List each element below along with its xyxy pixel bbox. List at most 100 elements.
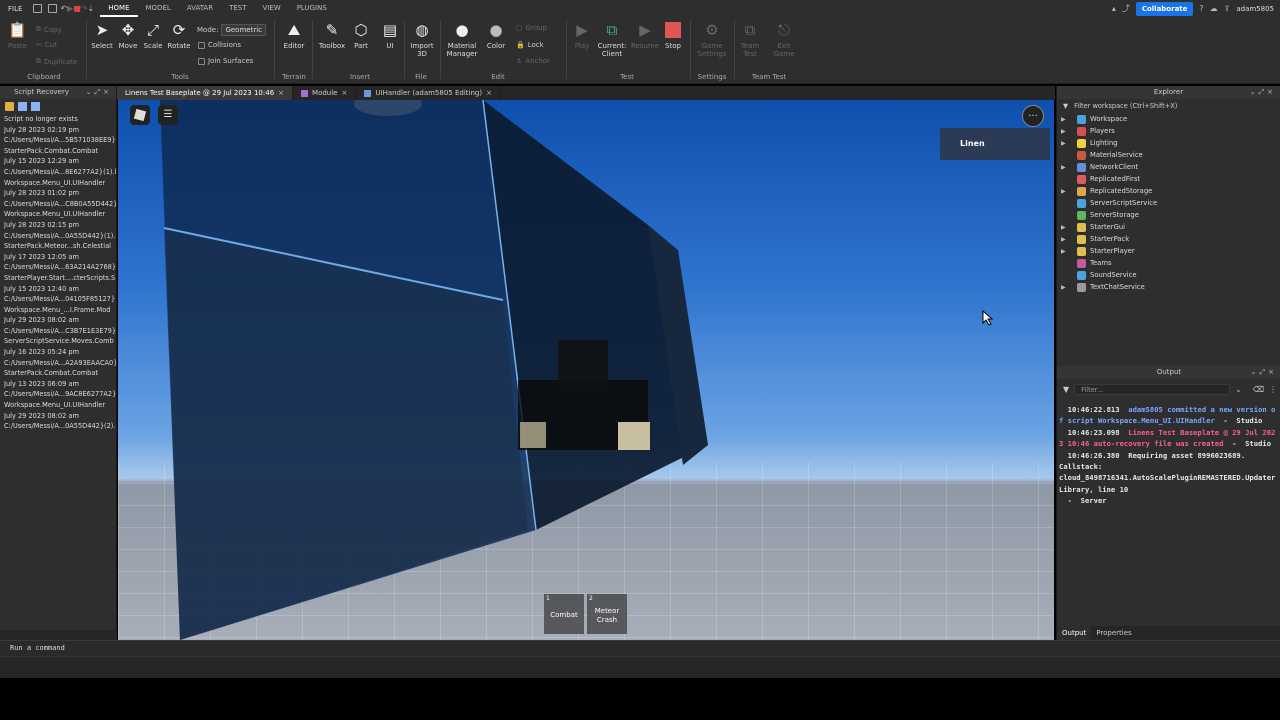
tab-view[interactable]: VIEW (255, 0, 289, 17)
expand-arrow-icon[interactable]: ▶ (1061, 116, 1071, 123)
explorer-item[interactable]: ▶ Workspace (1057, 113, 1280, 125)
chat-button[interactable]: ☰ (158, 105, 178, 125)
group-button[interactable]: ▢ Group (516, 24, 547, 32)
tab-home[interactable]: HOME (100, 0, 138, 17)
more-icon[interactable]: ⋮ (1269, 385, 1277, 394)
collisions-checkbox[interactable] (198, 41, 205, 49)
explorer-item[interactable]: ▶ Players (1057, 125, 1280, 137)
dropdown-arrow-icon[interactable]: ⌄ (1235, 385, 1242, 394)
share-icon[interactable]: ⤴ (1122, 3, 1130, 14)
chevron-up-icon[interactable]: ▴ (1112, 4, 1116, 13)
recovery-item[interactable]: July 28 2023 02:19 pm (4, 125, 116, 136)
document-icon[interactable] (18, 102, 27, 111)
team-test-button[interactable]: ⧉ Team Test (738, 21, 762, 59)
anchor-button[interactable]: ⚓ Anchor (516, 57, 550, 65)
expand-arrow-icon[interactable]: ▶ (1061, 224, 1071, 231)
mode-select[interactable]: Geometric (221, 24, 266, 36)
recovery-item[interactable]: July 29 2023 08:02 am (4, 411, 116, 422)
panel-controls[interactable]: ⌄⤢× (86, 86, 112, 99)
tab-output[interactable]: Output (1057, 626, 1092, 640)
game-settings-button[interactable]: ⚙ Game Settings (696, 21, 728, 59)
clear-output-icon[interactable]: ⌫ (1253, 385, 1264, 394)
resume-button[interactable]: ▶ Resume (630, 21, 660, 51)
expand-arrow-icon[interactable]: ▶ (1061, 284, 1071, 291)
mode-selector[interactable]: Mode: Geometric (197, 24, 266, 36)
explorer-item[interactable]: ▶ StarterPlayer (1057, 245, 1280, 257)
rotate-tool[interactable]: ⟳ Rotate (166, 21, 192, 51)
terrain-editor-button[interactable]: ⛰ Editor (280, 21, 308, 51)
hotbar-slot-combat[interactable]: 1 Combat (544, 594, 584, 634)
panel-controls[interactable]: ⌄⤢× (1251, 366, 1277, 379)
command-input[interactable]: Run a command (10, 644, 65, 652)
close-icon[interactable]: × (486, 86, 492, 100)
explorer-item[interactable]: Teams (1057, 257, 1280, 269)
explorer-filter[interactable]: ▼ Filter workspace (Ctrl+Shift+X) (1057, 99, 1280, 112)
recovery-item[interactable]: ServerScriptService.Moves.Comb (4, 336, 116, 347)
recovery-item[interactable]: C:/Users/Messi/A...0A55D442}(1)... (4, 231, 116, 242)
output-filter-input[interactable]: Filter... (1074, 383, 1231, 395)
explorer-item[interactable]: ▶ TextChatService (1057, 281, 1280, 293)
join-surfaces-checkbox[interactable] (198, 57, 205, 65)
recovery-item[interactable]: StarterPlayer.Start....cterScripts.S (4, 273, 116, 284)
expand-arrow-icon[interactable]: ▶ (1061, 248, 1071, 255)
tab-uihandler[interactable]: UIHandler (adam5805 Editing) × (356, 86, 501, 100)
duplicate-button[interactable]: ⧉ Duplicate (36, 57, 77, 66)
recovery-item[interactable]: July 15 2023 12:40 am (4, 284, 116, 295)
tab-baseplate[interactable]: Linens Test Baseplate @ 29 Jul 2023 10:4… (117, 86, 294, 100)
color-button[interactable]: ● Color (484, 21, 508, 51)
explorer-item[interactable]: ▶ ReplicatedStorage (1057, 185, 1280, 197)
file-menu[interactable]: FILE (0, 5, 30, 13)
command-bar[interactable]: Run a command (0, 640, 1280, 656)
collisions-toggle[interactable]: Collisions (198, 41, 241, 49)
expand-arrow-icon[interactable]: ▶ (1061, 188, 1071, 195)
stop-button[interactable]: Stop (662, 21, 684, 50)
import-3d-button[interactable]: ◍ Import 3D (408, 21, 436, 59)
explorer-item[interactable]: ServerScriptService (1057, 197, 1280, 209)
material-manager-button[interactable]: ● Material Manager (444, 21, 480, 59)
tab-test[interactable]: TEST (221, 0, 254, 17)
close-icon[interactable]: × (342, 86, 348, 100)
recovery-item[interactable]: July 29 2023 08:02 am (4, 315, 116, 326)
recovery-item[interactable]: July 28 2023 01:02 pm (4, 188, 116, 199)
more-button[interactable]: ··· (1022, 105, 1044, 127)
ui-button[interactable]: ▤ UI (378, 21, 402, 51)
recovery-item[interactable]: StarterPack.Combat.Combat (4, 146, 116, 157)
cut-button[interactable]: ✂ Cut (36, 41, 57, 49)
collaborate-button[interactable]: Collaborate (1135, 1, 1194, 16)
stop-icon[interactable]: ■ (73, 4, 81, 13)
recovery-item[interactable]: C:/Users/Messi/A...8E6277A2}(1).l (4, 167, 116, 178)
recovery-item[interactable]: C:/Users/Messi/A...5B571038EE9} (4, 135, 116, 146)
open-icon[interactable] (33, 4, 43, 13)
expand-arrow-icon[interactable]: ▶ (1061, 236, 1071, 243)
recovery-item[interactable]: C:/Users/Messi/A...C8B0A55D442} (4, 199, 116, 210)
select-tool[interactable]: ➤ Select (90, 21, 114, 51)
cloud-icon[interactable]: ☁ (1210, 4, 1218, 13)
explorer-item[interactable]: ▶ Lighting (1057, 137, 1280, 149)
recovery-item[interactable]: July 17 2023 12:05 am (4, 252, 116, 263)
lock-button[interactable]: 🔒 Lock (516, 41, 544, 49)
customize-icon[interactable]: ⇣ (88, 4, 95, 13)
recovery-item[interactable]: July 13 2023 06:09 am (4, 379, 116, 390)
recovery-item[interactable]: Workspace.Menu_UI.UIHandler (4, 209, 116, 220)
expand-arrow-icon[interactable]: ▶ (1061, 128, 1071, 135)
tab-properties[interactable]: Properties (1091, 626, 1136, 640)
recovery-item[interactable]: C:/Users/Messi/A...63A214A2768} (4, 262, 116, 273)
panel-controls[interactable]: ⌄⤢× (1250, 86, 1276, 99)
game-viewport[interactable]: ☰ ··· Linen 1 Combat 2 Meteor Crash (118, 100, 1054, 640)
recovery-item[interactable]: Script no longer exists (4, 114, 116, 125)
horizontal-scrollbar[interactable] (0, 630, 117, 640)
tab-module[interactable]: Module × (293, 86, 357, 100)
play-button[interactable]: ▶ Play (570, 21, 594, 51)
exit-game-button[interactable]: ⎋ Exit Game (772, 21, 796, 59)
recovery-item[interactable]: Workspace.Menu_UI.UIHandler (4, 400, 116, 411)
scale-tool[interactable]: ⤢ Scale (141, 21, 165, 51)
expand-arrow-icon[interactable]: ▶ (1061, 164, 1071, 171)
explorer-item[interactable]: SoundService (1057, 269, 1280, 281)
recovery-item[interactable]: C:/Users/Messi/A...04105F85127} (4, 294, 116, 305)
share-icon-2[interactable]: ⇪ (1224, 4, 1231, 13)
part-button[interactable]: ⬡ Part (350, 21, 372, 51)
username[interactable]: adam5805 (1236, 5, 1274, 13)
tab-avatar[interactable]: AVATAR (179, 0, 221, 17)
explorer-item[interactable]: ▶ NetworkClient (1057, 161, 1280, 173)
toolbox-button[interactable]: ✎ Toolbox (316, 21, 348, 51)
